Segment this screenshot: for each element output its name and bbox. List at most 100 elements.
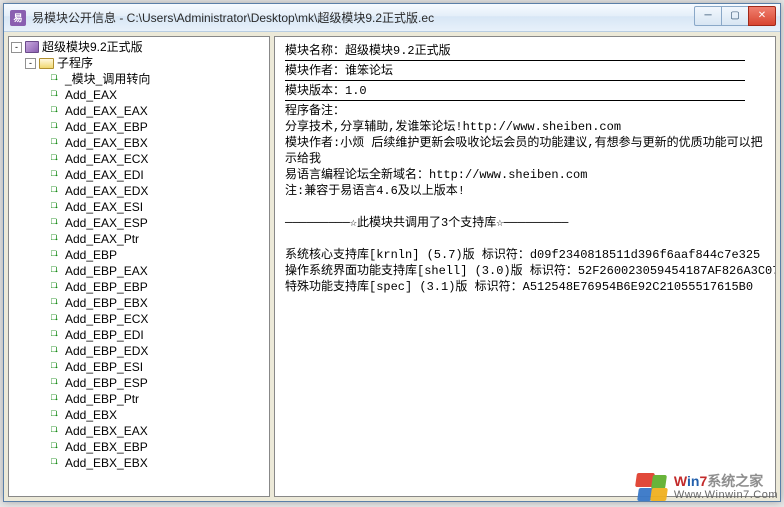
info-lib-line: 特殊功能支持库[spec] (3.1)版 标识符：A512548E76954B6… bbox=[285, 279, 765, 295]
info-version: 模块版本：1.0 bbox=[285, 83, 765, 99]
tree-item[interactable]: Add_EBP_EAX bbox=[9, 263, 269, 279]
tree-item[interactable]: Add_EAX_EDI bbox=[9, 167, 269, 183]
divider-line bbox=[285, 60, 745, 61]
tree-item[interactable]: Add_EAX_EAX bbox=[9, 103, 269, 119]
tree-root-label: 超级模块9.2正式版 bbox=[42, 39, 143, 55]
function-icon bbox=[51, 154, 65, 165]
info-remarks-line: 示给我 bbox=[285, 151, 765, 167]
tree-item[interactable]: Add_EBX_EBP bbox=[9, 439, 269, 455]
tree-item[interactable]: _模块_调用转向 bbox=[9, 71, 269, 87]
minimize-button[interactable]: ─ bbox=[694, 6, 722, 26]
tree-item-label: Add_EBP_EBX bbox=[65, 295, 148, 311]
tree-item-label: Add_EAX_EBX bbox=[65, 135, 148, 151]
tree-panel[interactable]: - 超级模块9.2正式版 - 子程序 _模块_调用转向Add_EAXAdd_EA… bbox=[8, 36, 270, 497]
collapse-icon[interactable]: - bbox=[11, 42, 22, 53]
function-icon bbox=[51, 266, 65, 277]
tree-item[interactable]: Add_EAX_ECX bbox=[9, 151, 269, 167]
info-remarks-line: 分享技术,分享辅助,发谁笨论坛!http://www.sheiben.com bbox=[285, 119, 765, 135]
tree-item[interactable]: Add_EBP_EDI bbox=[9, 327, 269, 343]
tree-item[interactable]: Add_EBP_ESI bbox=[9, 359, 269, 375]
function-icon bbox=[51, 330, 65, 341]
tree-item-label: Add_EAX bbox=[65, 87, 117, 103]
function-icon bbox=[51, 282, 65, 293]
tree-item-label: Add_EAX_Ptr bbox=[65, 231, 139, 247]
function-icon bbox=[51, 442, 65, 453]
tree-item-label: Add_EBP_EAX bbox=[65, 263, 148, 279]
function-icon bbox=[51, 362, 65, 373]
info-author: 模块作者：谁笨论坛 bbox=[285, 63, 765, 79]
tree-root[interactable]: - 超级模块9.2正式版 bbox=[9, 39, 269, 55]
function-icon bbox=[51, 106, 65, 117]
function-icon bbox=[51, 346, 65, 357]
collapse-icon[interactable]: - bbox=[25, 58, 36, 69]
tree-item[interactable]: Add_EAX bbox=[9, 87, 269, 103]
tree-item-label: Add_EBX_EAX bbox=[65, 423, 148, 439]
function-icon bbox=[51, 218, 65, 229]
tree-item[interactable]: Add_EAX_EBP bbox=[9, 119, 269, 135]
tree-item[interactable]: Add_EBP_EBP bbox=[9, 279, 269, 295]
tree-item-label: Add_EAX_EBP bbox=[65, 119, 148, 135]
info-lib-line: 操作系统界面功能支持库[shell] (3.0)版 标识符：52F2600230… bbox=[285, 263, 765, 279]
windows-logo-icon bbox=[634, 473, 668, 503]
function-icon bbox=[51, 170, 65, 181]
function-icon bbox=[51, 186, 65, 197]
tree-item-label: Add_EBP_EDI bbox=[65, 327, 144, 343]
divider-line bbox=[285, 80, 745, 81]
app-window: 易 易模块公开信息 - C:\Users\Administrator\Deskt… bbox=[3, 3, 781, 502]
function-icon bbox=[51, 138, 65, 149]
info-lib-line: 系统核心支持库[krnln] (5.7)版 标识符：d09f2340818511… bbox=[285, 247, 765, 263]
tree-item-label: Add_EAX_EDI bbox=[65, 167, 144, 183]
tree-item[interactable]: Add_EBX_EAX bbox=[9, 423, 269, 439]
function-icon bbox=[51, 458, 65, 469]
tree-item[interactable]: Add_EBX bbox=[9, 407, 269, 423]
tree-item[interactable]: Add_EAX_Ptr bbox=[9, 231, 269, 247]
function-icon bbox=[51, 426, 65, 437]
tree-item[interactable]: Add_EAX_ESP bbox=[9, 215, 269, 231]
tree-item-label: Add_EAX_EAX bbox=[65, 103, 148, 119]
tree-item-label: Add_EBX_EBP bbox=[65, 439, 148, 455]
function-icon bbox=[51, 410, 65, 421]
info-remarks-line: 易语言编程论坛全新域名：http://www.sheiben.com bbox=[285, 167, 765, 183]
tree-item[interactable]: Add_EBP_Ptr bbox=[9, 391, 269, 407]
tree-item-label: Add_EBX bbox=[65, 407, 117, 423]
info-remarks-line: 模块作者:小烦 后续维护更新会吸收论坛会员的功能建议,有想参与更新的优质功能可以… bbox=[285, 135, 765, 151]
tree-item[interactable]: Add_EAX_EDX bbox=[9, 183, 269, 199]
folder-icon bbox=[39, 58, 54, 69]
maximize-button[interactable]: ▢ bbox=[721, 6, 749, 26]
tree-item-label: Add_EAX_ESI bbox=[65, 199, 143, 215]
tree-item-label: Add_EAX_EDX bbox=[65, 183, 148, 199]
tree-folder[interactable]: - 子程序 bbox=[9, 55, 269, 71]
tree-item[interactable]: Add_EAX_ESI bbox=[9, 199, 269, 215]
tree-item-label: Add_EBP_ESP bbox=[65, 375, 148, 391]
tree-item[interactable]: Add_EBP_ESP bbox=[9, 375, 269, 391]
tree-item[interactable]: Add_EBP_ECX bbox=[9, 311, 269, 327]
tree-item[interactable]: Add_EBP_EBX bbox=[9, 295, 269, 311]
function-icon bbox=[51, 378, 65, 389]
function-icon bbox=[51, 122, 65, 133]
watermark: Win7系统之家 Www.Winwin7.Com bbox=[634, 473, 778, 503]
titlebar[interactable]: 易 易模块公开信息 - C:\Users\Administrator\Deskt… bbox=[4, 4, 780, 32]
function-icon bbox=[51, 90, 65, 101]
info-remarks-line bbox=[285, 231, 765, 247]
function-icon bbox=[51, 250, 65, 261]
tree-item[interactable]: Add_EBX_EBX bbox=[9, 455, 269, 471]
tree-item-label: Add_EBP_Ptr bbox=[65, 391, 139, 407]
window-controls: ─ ▢ ✕ bbox=[695, 6, 776, 26]
function-icon bbox=[51, 298, 65, 309]
tree-item-label: Add_EAX_ESP bbox=[65, 215, 148, 231]
module-info: 模块名称：超级模块9.2正式版 模块作者：谁笨论坛 模块版本：1.0 程序备注：… bbox=[275, 37, 775, 301]
tree-item-label: Add_EAX_ECX bbox=[65, 151, 148, 167]
function-icon bbox=[51, 202, 65, 213]
tree-item[interactable]: Add_EBP_EDX bbox=[9, 343, 269, 359]
tree-item[interactable]: Add_EAX_EBX bbox=[9, 135, 269, 151]
tree-folder-label: 子程序 bbox=[57, 55, 93, 71]
window-title: 易模块公开信息 - C:\Users\Administrator\Desktop… bbox=[32, 9, 695, 26]
tree-item-label: Add_EBP bbox=[65, 247, 117, 263]
function-icon bbox=[51, 74, 65, 85]
info-lib-divider: ─────────☆此模块共调用了3个支持库☆───────── bbox=[285, 215, 765, 231]
tree-item[interactable]: Add_EBP bbox=[9, 247, 269, 263]
module-tree: - 超级模块9.2正式版 - 子程序 _模块_调用转向Add_EAXAdd_EA… bbox=[9, 37, 269, 473]
info-panel[interactable]: 模块名称：超级模块9.2正式版 模块作者：谁笨论坛 模块版本：1.0 程序备注：… bbox=[274, 36, 776, 497]
divider-line bbox=[285, 100, 745, 101]
close-button[interactable]: ✕ bbox=[748, 6, 776, 26]
